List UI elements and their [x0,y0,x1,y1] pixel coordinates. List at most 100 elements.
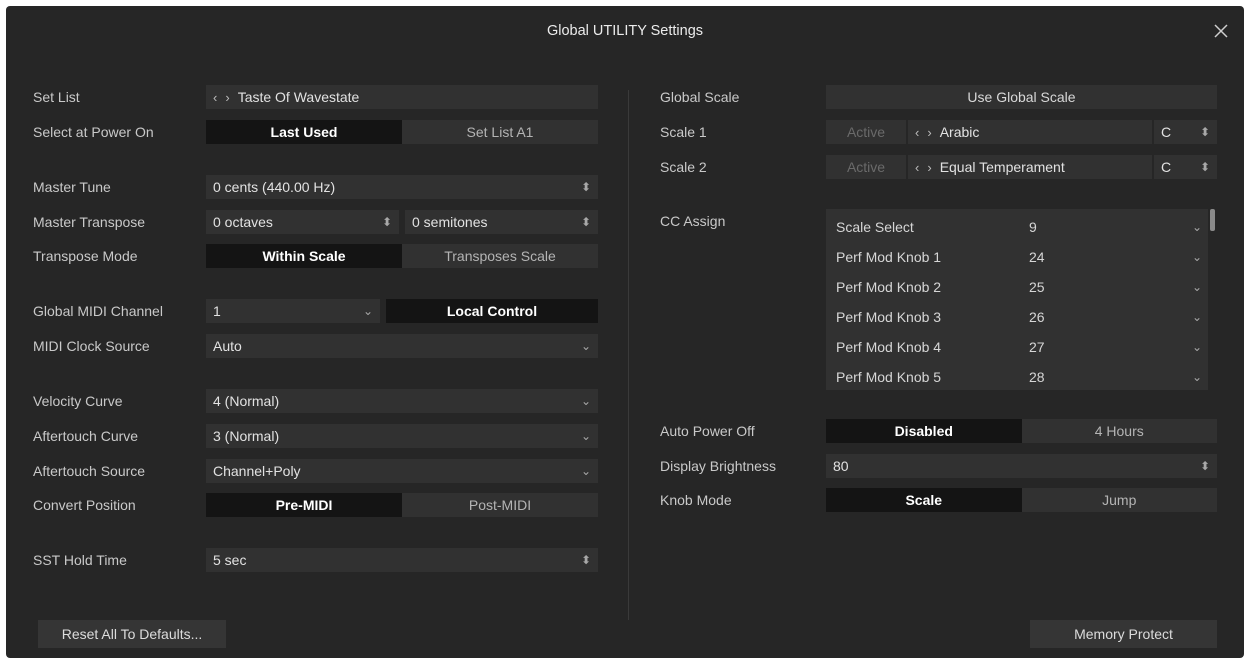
master-tune-label: Master Tune [33,179,111,195]
chevron-left-icon[interactable]: ‹ [915,125,919,140]
cc-row-number: 24 [1029,249,1045,265]
column-divider [628,90,629,620]
velocity-curve-dropdown[interactable]: 4 (Normal) ⌄ [206,389,598,413]
transpose-octaves-value: 0 octaves [213,214,273,230]
list-item[interactable]: Perf Mod Knob 1 24 ⌄ [826,242,1208,272]
auto-power-off-segmented: Disabled 4 Hours [826,419,1217,443]
aftertouch-curve-label: Aftertouch Curve [33,428,139,444]
window-title: Global UTILITY Settings [546,23,704,39]
transposes-scale-option[interactable]: Transposes Scale [402,244,598,268]
auto-power-off-label: Auto Power Off [660,423,755,439]
convert-position-segmented: Pre-MIDI Post-MIDI [206,493,598,517]
local-control-button[interactable]: Local Control [386,299,598,323]
power-on-last-used-option[interactable]: Last Used [206,120,402,144]
local-control-toggle: Local Control [386,299,598,323]
cc-assign-list: Scale Select 9 ⌄ Perf Mod Knob 1 24 ⌄ Pe… [826,209,1208,390]
list-item[interactable]: Perf Mod Knob 4 27 ⌄ [826,332,1208,362]
scale2-active-toggle[interactable]: Active [826,155,906,179]
global-midi-channel-dropdown[interactable]: 1 ⌄ [206,299,380,323]
list-item[interactable]: Perf Mod Knob 2 25 ⌄ [826,272,1208,302]
scale2-selector[interactable]: ‹ › Equal Temperament [908,155,1152,179]
chevron-down-icon: ⌄ [1191,370,1202,384]
transpose-semitones-stepper[interactable]: 0 semitones ⬍ [405,210,598,234]
midi-clock-source-dropdown[interactable]: Auto ⌄ [206,334,598,358]
chevron-down-icon: ⌄ [1191,220,1202,234]
scale1-active-toggle[interactable]: Active [826,120,906,144]
disabled-option[interactable]: Disabled [826,419,1022,443]
cc-row-name: Perf Mod Knob 5 [836,369,942,385]
transpose-octaves-stepper[interactable]: 0 octaves ⬍ [206,210,399,234]
display-brightness-label: Display Brightness [660,458,776,474]
set-list-value: Taste Of Wavestate [237,89,360,105]
jump-option[interactable]: Jump [1021,488,1217,512]
transpose-semitones-value: 0 semitones [412,214,488,230]
chevron-down-icon: ⌄ [580,429,591,443]
list-item[interactable]: Scale Select 9 ⌄ [826,212,1208,242]
scale2-key-stepper[interactable]: C ⬍ [1154,155,1217,179]
aftertouch-curve-dropdown[interactable]: 3 (Normal) ⌄ [206,424,598,448]
sst-hold-time-label: SST Hold Time [33,552,127,568]
cc-row-name: Scale Select [836,219,914,235]
chevron-right-icon[interactable]: › [927,160,931,175]
aftertouch-curve-value: 3 (Normal) [213,428,280,444]
within-scale-option[interactable]: Within Scale [206,244,402,268]
midi-clock-source-label: MIDI Clock Source [33,338,150,354]
up-down-icon: ⬍ [580,180,591,194]
four-hours-option[interactable]: 4 Hours [1021,419,1217,443]
list-item[interactable]: Perf Mod Knob 5 28 ⌄ [826,362,1208,392]
convert-position-label: Convert Position [33,497,136,513]
cc-list-scrollbar[interactable] [1210,209,1215,231]
use-global-scale-button[interactable]: Use Global Scale [826,85,1217,109]
chevron-down-icon: ⌄ [1191,340,1202,354]
cc-row-number: 26 [1029,309,1045,325]
chevron-left-icon[interactable]: ‹ [213,90,217,105]
pre-midi-option[interactable]: Pre-MIDI [206,493,402,517]
scale1-key-value: C [1161,124,1172,140]
chevron-right-icon[interactable]: › [927,125,931,140]
up-down-icon: ⬍ [580,215,591,229]
chevron-down-icon: ⌄ [1191,280,1202,294]
chevron-down-icon: ⌄ [362,304,373,318]
chevron-left-icon[interactable]: ‹ [915,160,919,175]
master-transpose-label: Master Transpose [33,214,146,230]
set-list-selector[interactable]: ‹ › Taste Of Wavestate [206,85,598,109]
reset-all-button[interactable]: Reset All To Defaults... [38,620,226,648]
master-tune-stepper[interactable]: 0 cents (440.00 Hz) ⬍ [206,175,598,199]
global-scale-label: Global Scale [660,89,740,105]
chevron-right-icon[interactable]: › [225,90,229,105]
transpose-mode-segmented: Within Scale Transposes Scale [206,244,598,268]
velocity-curve-value: 4 (Normal) [213,393,280,409]
cc-row-name: Perf Mod Knob 4 [836,339,942,355]
sst-hold-time-value: 5 sec [213,552,247,568]
list-item[interactable]: Perf Mod Knob 3 26 ⌄ [826,302,1208,332]
sst-hold-time-stepper[interactable]: 5 sec ⬍ [206,548,598,572]
chevron-down-icon: ⌄ [1191,250,1202,264]
cc-row-name: Perf Mod Knob 2 [836,279,942,295]
select-power-on-label: Select at Power On [33,124,154,140]
scale1-selector[interactable]: ‹ › Arabic [908,120,1152,144]
up-down-icon: ⬍ [1199,125,1210,139]
scale2-key-value: C [1161,159,1172,175]
cc-row-number: 25 [1029,279,1045,295]
up-down-icon: ⬍ [1199,459,1210,473]
chevron-down-icon: ⌄ [580,339,591,353]
memory-protect-button[interactable]: Memory Protect [1030,620,1217,648]
display-brightness-stepper[interactable]: 80 ⬍ [826,454,1217,478]
power-on-set-list-a1-option[interactable]: Set List A1 [402,120,598,144]
scale1-key-stepper[interactable]: C ⬍ [1154,120,1217,144]
scale2-label: Scale 2 [660,159,707,175]
scale1-label: Scale 1 [660,124,707,140]
global-scale-toggle: Use Global Scale [826,85,1217,109]
scale-option[interactable]: Scale [826,488,1022,512]
up-down-icon: ⬍ [1199,160,1210,174]
chevron-down-icon: ⌄ [1191,310,1202,324]
close-icon[interactable] [1210,20,1232,42]
knob-mode-label: Knob Mode [660,492,732,508]
up-down-icon: ⬍ [580,553,591,567]
post-midi-option[interactable]: Post-MIDI [402,493,598,517]
cc-assign-label: CC Assign [660,213,726,229]
midi-clock-source-value: Auto [213,338,242,354]
aftertouch-source-dropdown[interactable]: Channel+Poly ⌄ [206,459,598,483]
set-list-label: Set List [33,89,80,105]
chevron-down-icon: ⌄ [580,464,591,478]
